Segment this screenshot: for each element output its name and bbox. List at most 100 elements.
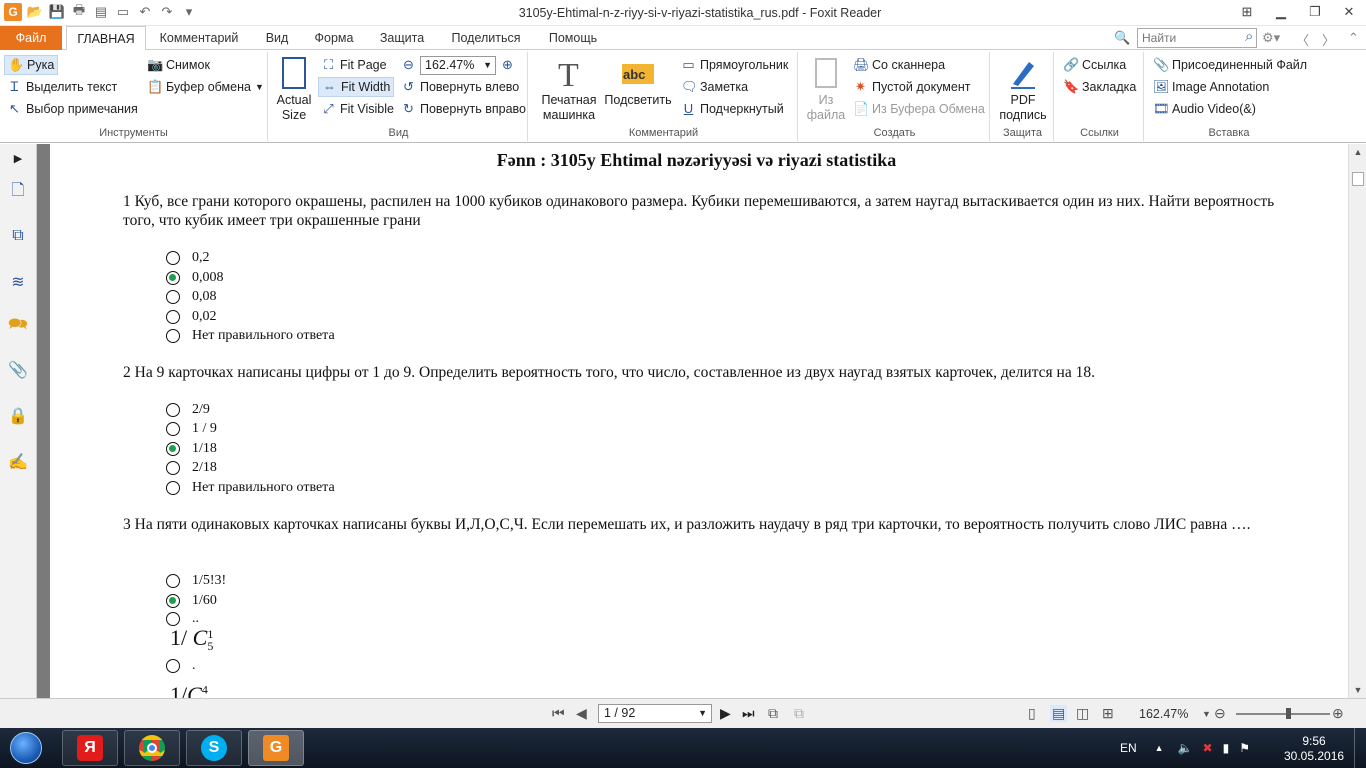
layers-icon[interactable]: ≋ xyxy=(6,270,30,294)
select-text-button[interactable]: Ꮖ Выделить текст xyxy=(4,77,120,97)
radio-button[interactable] xyxy=(166,421,180,436)
lock-icon[interactable]: 🔒 xyxy=(6,404,30,428)
question-2-option-1[interactable]: 2/9 xyxy=(166,400,210,419)
radio-button-selected[interactable] xyxy=(166,593,180,608)
audio-video-button[interactable]: 🎞 Audio Video(&) xyxy=(1150,99,1259,119)
from-scanner-button[interactable]: 🖨 Со сканнера xyxy=(850,55,948,75)
search-input[interactable]: Найти xyxy=(1137,28,1257,48)
fit-width-button[interactable]: ⇔ Fit Width xyxy=(318,77,395,97)
radio-button[interactable] xyxy=(166,460,180,475)
minimize-button[interactable]: ▁ xyxy=(1264,0,1298,24)
scroll-thumb[interactable] xyxy=(1352,172,1364,186)
attachments-icon[interactable]: 📎 xyxy=(6,358,30,382)
question-1-option-3[interactable]: 0,08 xyxy=(166,287,217,306)
hand-tool-button[interactable]: ✋ Рука xyxy=(4,55,59,75)
tray-expand-icon[interactable]: ▲ xyxy=(1155,743,1164,753)
question-3-option-1[interactable]: 1/5!3! xyxy=(166,571,226,590)
radio-button[interactable] xyxy=(166,328,180,343)
page-number-input[interactable]: 1 / 92 ▼ xyxy=(598,704,712,723)
comments-icon[interactable]: 🗪 xyxy=(6,314,30,338)
tab-file[interactable]: Файл xyxy=(0,26,62,50)
show-desktop-button[interactable] xyxy=(1354,728,1366,768)
pdf-sign-button[interactable]: PDF подпись xyxy=(994,56,1052,123)
scroll-up-icon[interactable]: ▲ xyxy=(1349,144,1366,160)
restore-button[interactable]: ❐ xyxy=(1298,0,1332,24)
continuous-facing-icon[interactable]: ⊞ xyxy=(1102,705,1114,722)
previous-page-icon[interactable]: ◀ xyxy=(576,705,587,722)
question-1-option-2[interactable]: 0,008 xyxy=(166,268,224,287)
rectangle-button[interactable]: ▭ Прямоугольник xyxy=(678,55,791,75)
page-thumbnails-icon[interactable]: 🗋 xyxy=(6,180,30,204)
start-button[interactable] xyxy=(4,730,48,766)
tab-comment[interactable]: Комментарий xyxy=(150,26,248,50)
signature-icon[interactable]: ✍ xyxy=(6,450,30,474)
taskbar-foxit[interactable]: G xyxy=(248,730,304,766)
radio-button[interactable] xyxy=(166,480,180,495)
fit-page-button[interactable]: ⛶ Fit Page xyxy=(318,55,390,75)
question-2-option-3[interactable]: 1/18 xyxy=(166,439,217,458)
clipboard-button[interactable]: 📋 Буфер обмена ▼ xyxy=(144,77,267,97)
rotate-left-button[interactable]: ↺ Повернуть влево xyxy=(398,77,522,97)
expand-pane-icon[interactable]: ▶ xyxy=(6,146,30,170)
actual-size-button[interactable]: Actual Size xyxy=(276,56,312,123)
taskbar-chrome[interactable] xyxy=(124,730,180,766)
pane-splitter[interactable] xyxy=(37,144,50,698)
from-clipboard-button[interactable]: 📄 Из Буфера Обмена xyxy=(850,99,988,119)
settings-gear-icon[interactable]: ⚙▾ xyxy=(1262,30,1280,46)
question-3-option-2[interactable]: 1/60 xyxy=(166,591,217,610)
radio-button[interactable] xyxy=(166,573,180,588)
zoom-slider-handle[interactable] xyxy=(1286,708,1291,719)
bookmark-button[interactable]: 🔖 Закладка xyxy=(1060,77,1139,97)
question-3-option-4[interactable]: . xyxy=(166,656,196,675)
radio-button[interactable] xyxy=(166,250,180,265)
taskbar-skype[interactable]: S xyxy=(186,730,242,766)
question-1-option-5[interactable]: Нет правильного ответа xyxy=(166,326,335,345)
rotate-right-button[interactable]: ↻ Повернуть вправо xyxy=(398,99,529,119)
zoom-out-button[interactable]: ⊖ xyxy=(1214,705,1226,722)
question-2-option-4[interactable]: 2/18 xyxy=(166,458,217,477)
radio-button-selected[interactable] xyxy=(166,441,180,456)
zoom-dropdown-icon[interactable]: ▼ xyxy=(483,57,492,74)
document-view[interactable]: Fənn : 3105y Ehtimal nəzəriyyəsi və riya… xyxy=(50,144,1343,698)
scroll-down-icon[interactable]: ▼ xyxy=(1349,682,1366,698)
zoom-input[interactable]: 162.47% ▼ xyxy=(420,55,496,75)
language-indicator[interactable]: EN xyxy=(1120,741,1137,755)
search-icon[interactable]: ⌕ xyxy=(1245,28,1253,45)
collapse-ribbon-icon[interactable]: ⌃ xyxy=(1348,30,1359,46)
zoom-menu-icon[interactable]: ▼ xyxy=(1202,709,1211,719)
layout-grid-icon[interactable]: ⊞ xyxy=(1230,0,1264,24)
network-icon[interactable]: ✖ xyxy=(1203,741,1213,755)
continuous-page-icon[interactable]: ▤ xyxy=(1050,705,1068,722)
zoom-slider[interactable] xyxy=(1236,713,1330,715)
from-file-button[interactable]: Из файла xyxy=(804,56,848,123)
highlight-button[interactable]: abc Подсветить xyxy=(602,56,674,108)
next-view-icon[interactable]: ⧉ xyxy=(794,705,804,722)
question-1-option-4[interactable]: 0,02 xyxy=(166,307,217,326)
link-button[interactable]: 🔗 Ссылка xyxy=(1060,55,1129,75)
tab-form[interactable]: Форма xyxy=(305,26,363,50)
clock[interactable]: 9:56 30.05.2016 xyxy=(1284,734,1344,764)
next-page-icon[interactable]: ▶ xyxy=(720,705,731,722)
attachment-button[interactable]: 📎 Присоединенный Файл xyxy=(1150,55,1310,75)
question-2-option-5[interactable]: Нет правильного ответа xyxy=(166,478,335,497)
zoom-level[interactable]: 162.47% xyxy=(1139,707,1188,721)
tab-view[interactable]: Вид xyxy=(256,26,298,50)
radio-button[interactable] xyxy=(166,611,180,626)
radio-button[interactable] xyxy=(166,289,180,304)
close-button[interactable]: ✕ xyxy=(1332,0,1366,24)
single-page-icon[interactable]: ▯ xyxy=(1028,705,1036,722)
taskbar-yandex[interactable]: Я xyxy=(62,730,118,766)
question-2-option-2[interactable]: 1 / 9 xyxy=(166,419,217,438)
find-folder-icon[interactable]: 🔍 xyxy=(1114,30,1130,46)
fit-visible-button[interactable]: ⤢ Fit Visible xyxy=(318,99,397,119)
underline-button[interactable]: U Подчеркнутый xyxy=(678,99,787,119)
snapshot-button[interactable]: 📷 Снимок xyxy=(144,55,213,75)
pages-icon[interactable]: ⧉ xyxy=(6,224,30,248)
image-annotation-button[interactable]: 🖼 Image Annotation xyxy=(1150,77,1272,97)
radio-button-selected[interactable] xyxy=(166,270,180,285)
radio-button[interactable] xyxy=(166,402,180,417)
last-page-icon[interactable]: ⏭ xyxy=(742,705,755,722)
next-result-icon[interactable]: 〉 xyxy=(1322,30,1335,49)
typewriter-button[interactable]: T Печатная машинка xyxy=(538,56,600,123)
flag-icon[interactable]: ⚑ xyxy=(1239,741,1250,755)
